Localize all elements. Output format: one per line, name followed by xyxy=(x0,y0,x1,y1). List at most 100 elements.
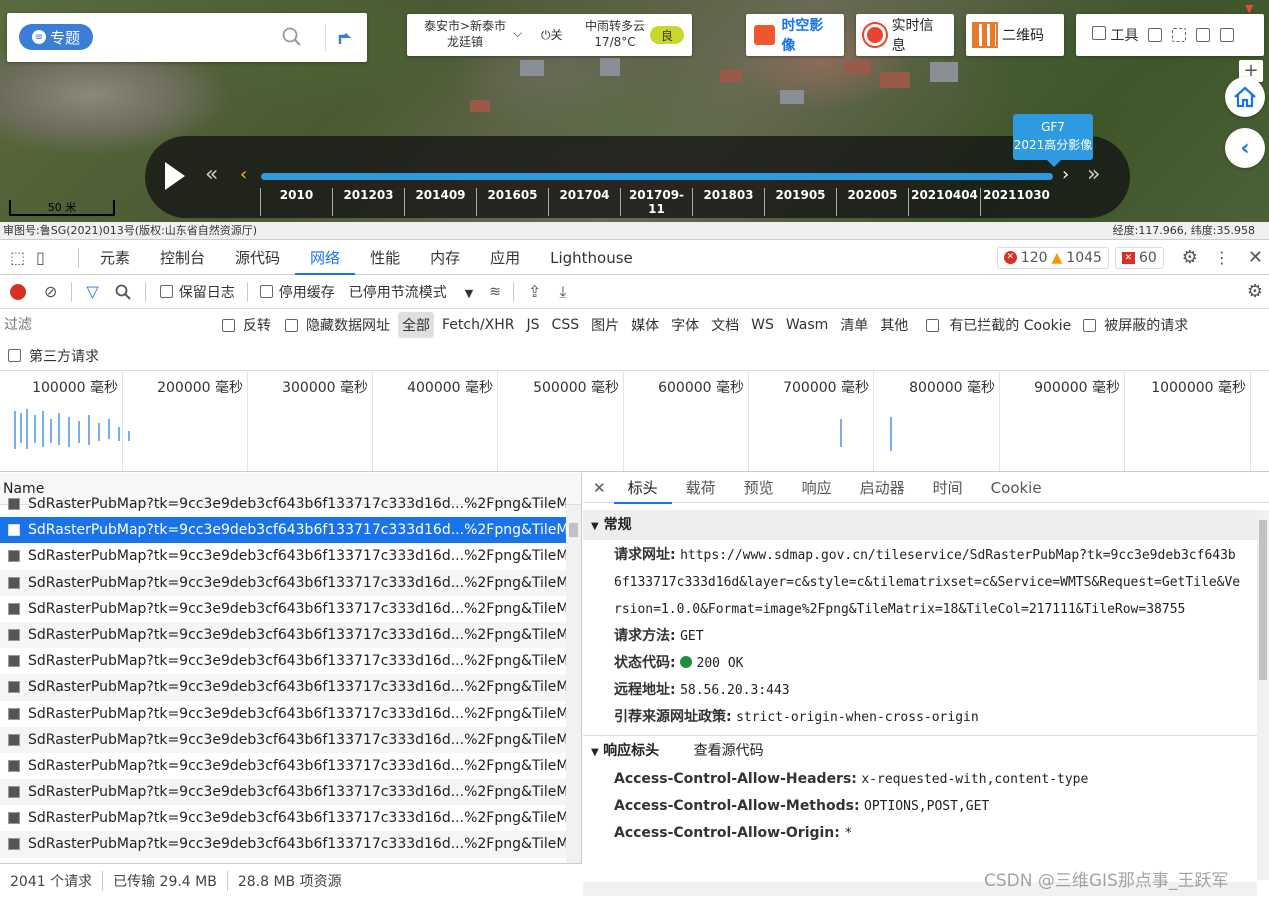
collapse-button[interactable]: ‹ xyxy=(1225,128,1265,168)
hide-data-urls-checkbox[interactable] xyxy=(285,318,298,332)
blocked-cookies-checkbox[interactable] xyxy=(926,318,940,332)
blocked-requests-checkbox[interactable] xyxy=(1083,318,1097,332)
timeline-year[interactable]: 201203 xyxy=(332,188,404,216)
tools-button[interactable]: 工具 xyxy=(1092,25,1138,45)
scroll-thumb[interactable] xyxy=(1259,520,1267,680)
tab-headers[interactable]: 标头 xyxy=(613,473,672,504)
tab-console[interactable]: 控制台 xyxy=(145,241,220,275)
imagery-button[interactable]: 时空影像 xyxy=(746,14,844,56)
timeline-year[interactable]: 2010 xyxy=(260,188,332,216)
request-row[interactable]: SdRasterPubMap?tk=9cc3e9deb3cf643b6f1337… xyxy=(0,569,566,596)
tab-response[interactable]: 响应 xyxy=(788,473,846,503)
topic-button[interactable]: ≡ 专题 xyxy=(19,24,93,50)
export-har-icon[interactable]: ⤓ xyxy=(559,282,566,302)
timeline-year[interactable]: 201709-11 xyxy=(620,188,692,216)
request-row[interactable]: SdRasterPubMap?tk=9cc3e9deb3cf643b6f1337… xyxy=(0,701,566,727)
tab-cookies[interactable]: Cookie xyxy=(977,473,1056,503)
timeline-year[interactable]: 201905 xyxy=(764,188,836,216)
request-row-selected[interactable]: SdRasterPubMap?tk=9cc3e9deb3cf643b6f1337… xyxy=(0,517,566,544)
qrcode-button[interactable]: 二维码 xyxy=(966,14,1064,56)
request-row[interactable]: SdRasterPubMap?tk=9cc3e9deb3cf643b6f1337… xyxy=(0,779,566,806)
filter-type[interactable]: WS xyxy=(751,317,774,333)
request-row[interactable]: SdRasterPubMap?tk=9cc3e9deb3cf643b6f1337… xyxy=(0,805,566,831)
tab-elements[interactable]: 元素 xyxy=(85,241,145,275)
tab-sources[interactable]: 源代码 xyxy=(220,241,295,275)
list-scrollbar[interactable] xyxy=(566,505,581,863)
request-row[interactable]: SdRasterPubMap?tk=9cc3e9deb3cf643b6f1337… xyxy=(0,596,566,622)
inspect-icon[interactable]: ⬚ xyxy=(0,248,36,267)
filter-type-all[interactable]: 全部 xyxy=(398,312,434,338)
filter-type[interactable]: 图片 xyxy=(591,315,619,335)
edit-icon[interactable] xyxy=(1148,28,1163,42)
filter-type[interactable]: JS xyxy=(527,317,540,333)
realtime-button[interactable]: 实时信息 xyxy=(856,14,954,56)
request-row[interactable]: SdRasterPubMap?tk=9cc3e9deb3cf643b6f1337… xyxy=(0,491,566,517)
request-row[interactable]: SdRasterPubMap?tk=9cc3e9deb3cf643b6f1337… xyxy=(0,831,566,858)
trash-icon[interactable] xyxy=(1220,28,1235,42)
timeline-year[interactable]: 201704 xyxy=(548,188,620,216)
tab-initiator[interactable]: 启动器 xyxy=(846,473,919,503)
tab-memory[interactable]: 内存 xyxy=(415,241,475,275)
play-icon[interactable] xyxy=(165,162,185,190)
request-row[interactable]: SdRasterPubMap?tk=9cc3e9deb3cf643b6f1337… xyxy=(0,621,566,649)
request-row[interactable]: SdRasterPubMap?tk=9cc3e9deb3cf643b6f1337… xyxy=(0,726,566,753)
request-row[interactable]: SdRasterPubMap?tk=9cc3e9deb3cf643b6f1337… xyxy=(0,543,566,569)
request-row[interactable]: SdRasterPubMap?tk=9cc3e9deb3cf643b6f1337… xyxy=(0,648,566,674)
preserve-log-checkbox[interactable] xyxy=(159,285,173,298)
home-button[interactable] xyxy=(1225,77,1265,117)
next-arrow-icon[interactable]: › xyxy=(1062,164,1069,185)
filter-type[interactable]: Wasm xyxy=(786,317,828,333)
timeline-year[interactable]: 201803 xyxy=(692,188,764,216)
timeline-year[interactable]: 201409 xyxy=(404,188,476,216)
fullscreen-icon[interactable] xyxy=(1172,28,1187,42)
general-section-header[interactable]: ▼ 常规 xyxy=(583,510,1257,540)
filter-type[interactable]: Fetch/XHR xyxy=(442,317,515,333)
map-view[interactable]: ≡ 专题 泰安市>新泰市 龙廷镇 ⌵ ⏻关 中雨转多云 17/8°C 良 时空影… xyxy=(0,0,1269,222)
close-icon[interactable]: ✕ xyxy=(583,479,614,497)
record-icon[interactable] xyxy=(10,283,26,300)
tab-timing[interactable]: 时间 xyxy=(919,473,977,503)
chevron-down-icon[interactable]: ⌵ xyxy=(513,26,522,41)
filter-type[interactable]: 媒体 xyxy=(631,315,659,335)
issues-badge[interactable]: ✕ 60 xyxy=(1114,246,1164,269)
timeline-track[interactable] xyxy=(261,173,1053,180)
filter-type[interactable]: 清单 xyxy=(840,315,868,335)
request-row[interactable]: SdRasterPubMap?tk=9cc3e9deb3cf643b6f1337… xyxy=(0,674,566,701)
imagery-timeline[interactable]: « ‹ › » 2010 201203 201409 201605 201704… xyxy=(145,136,1130,218)
view-source-link[interactable]: 查看源代码 xyxy=(694,743,764,759)
tab-preview[interactable]: 预览 xyxy=(730,473,788,503)
disable-cache-checkbox[interactable] xyxy=(259,285,273,298)
invert-checkbox[interactable] xyxy=(222,318,235,332)
prev-arrow-icon[interactable]: ‹ xyxy=(240,164,247,185)
timeline-year[interactable]: 20211030 xyxy=(980,188,1052,216)
route-icon[interactable] xyxy=(332,26,354,48)
tab-network[interactable]: 网络 xyxy=(295,241,356,275)
clear-icon[interactable]: ⊘ xyxy=(44,282,57,301)
filter-type[interactable]: 文档 xyxy=(711,315,739,335)
filter-type[interactable]: CSS xyxy=(552,317,580,333)
more-options-icon[interactable]: ⋮ xyxy=(1214,248,1230,267)
timeline-year[interactable]: 202005 xyxy=(836,188,908,216)
network-settings-icon[interactable]: ⚙ xyxy=(1247,281,1263,302)
tab-payload[interactable]: 载荷 xyxy=(672,473,730,503)
device-toggle-icon[interactable]: ▯ xyxy=(36,248,72,267)
third-party-checkbox[interactable] xyxy=(8,349,21,362)
response-headers-section[interactable]: ▼ 响应标头 查看源代码 xyxy=(583,736,1257,766)
location-weather-panel[interactable]: 泰安市>新泰市 龙廷镇 ⌵ ⏻关 中雨转多云 17/8°C 良 xyxy=(407,14,692,56)
detail-scrollbar[interactable] xyxy=(1257,510,1269,880)
filter-type[interactable]: 字体 xyxy=(671,315,699,335)
network-conditions-icon[interactable]: ≋ xyxy=(489,284,501,300)
fast-forward-icon[interactable]: » xyxy=(1087,162,1100,187)
timeline-year[interactable]: 201605 xyxy=(476,188,548,216)
rewind-icon[interactable]: « xyxy=(205,162,218,187)
filter-type[interactable]: 其他 xyxy=(880,315,908,335)
search-icon[interactable] xyxy=(115,284,131,300)
import-har-icon[interactable]: ⇪ xyxy=(528,282,541,301)
throttle-select[interactable]: 已停用节流模式 ▼ xyxy=(349,282,473,302)
filter-input[interactable] xyxy=(4,314,206,336)
request-list[interactable]: Name SdRasterPubMap?tk=9cc3e9deb3cf643b6… xyxy=(0,473,582,863)
timeline-year[interactable]: 20210404 xyxy=(908,188,980,216)
network-overview[interactable]: 100000 毫秒 200000 毫秒 300000 毫秒 400000 毫秒 … xyxy=(0,371,1269,472)
close-icon[interactable]: ✕ xyxy=(1248,247,1263,268)
request-row[interactable]: SdRasterPubMap?tk=9cc3e9deb3cf643b6f1337… xyxy=(0,753,566,779)
